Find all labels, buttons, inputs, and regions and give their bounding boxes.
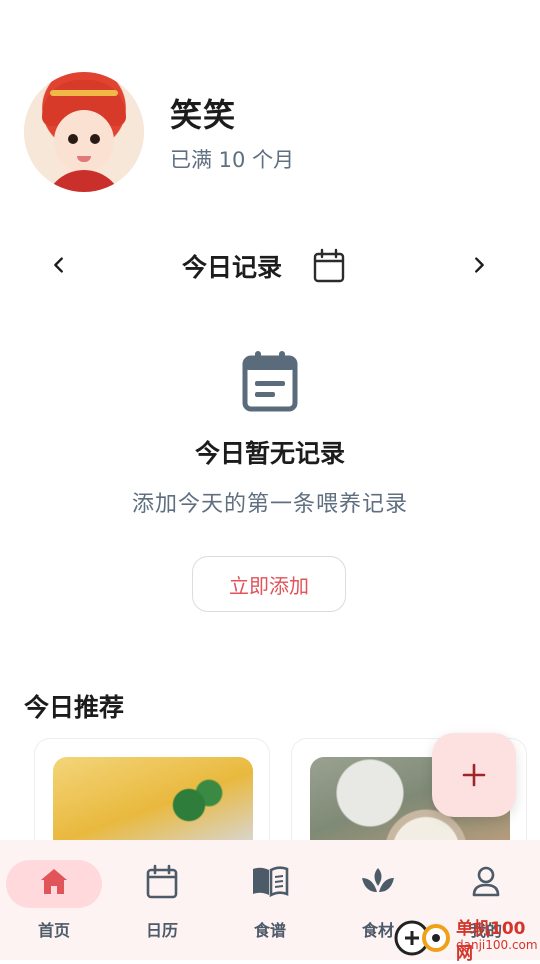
profile-header: 笑笑 已满 10 个月 [24,72,294,192]
recommend-title: 今日推荐 [24,693,125,722]
person-icon [472,866,500,897]
empty-subtitle: 添加今天的第一条喂养记录 [131,492,408,517]
chevron-left-icon[interactable] [42,248,76,282]
sprout-icon [362,868,394,892]
clipboard-icon [242,351,298,412]
avatar[interactable] [24,72,144,192]
tab-recipes[interactable]: 食谱 [216,840,324,960]
tab-home-label: 首页 [37,921,70,940]
tab-home[interactable]: 首页 [0,840,108,960]
book-icon [253,866,289,898]
watermark-url: danji100.com [456,938,538,952]
empty-state: 今日暂无记录 添加今天的第一条喂养记录 [0,350,540,518]
baby-age: 已满 10 个月 [170,148,295,172]
watermark-logo-icon [394,920,450,956]
tab-calendar[interactable]: 日历 [108,840,216,960]
tab-recipes-label: 食谱 [253,921,286,940]
add-record-button[interactable] [432,733,516,817]
add-now-button[interactable]: 立即添加 [192,556,346,612]
calendar-icon [146,864,178,899]
day-navigator: 今日记录 [0,240,540,290]
tab-calendar-label: 日历 [145,921,178,940]
chevron-right-icon[interactable] [462,248,496,282]
watermark: 单机100网 danji100.com [392,912,540,964]
baby-name: 笑笑 [170,96,237,134]
calendar-icon[interactable] [312,248,346,288]
empty-title: 今日暂无记录 [194,439,345,468]
home-icon [41,869,67,894]
plus-icon [462,763,486,787]
day-title: 今日记录 [182,253,283,282]
